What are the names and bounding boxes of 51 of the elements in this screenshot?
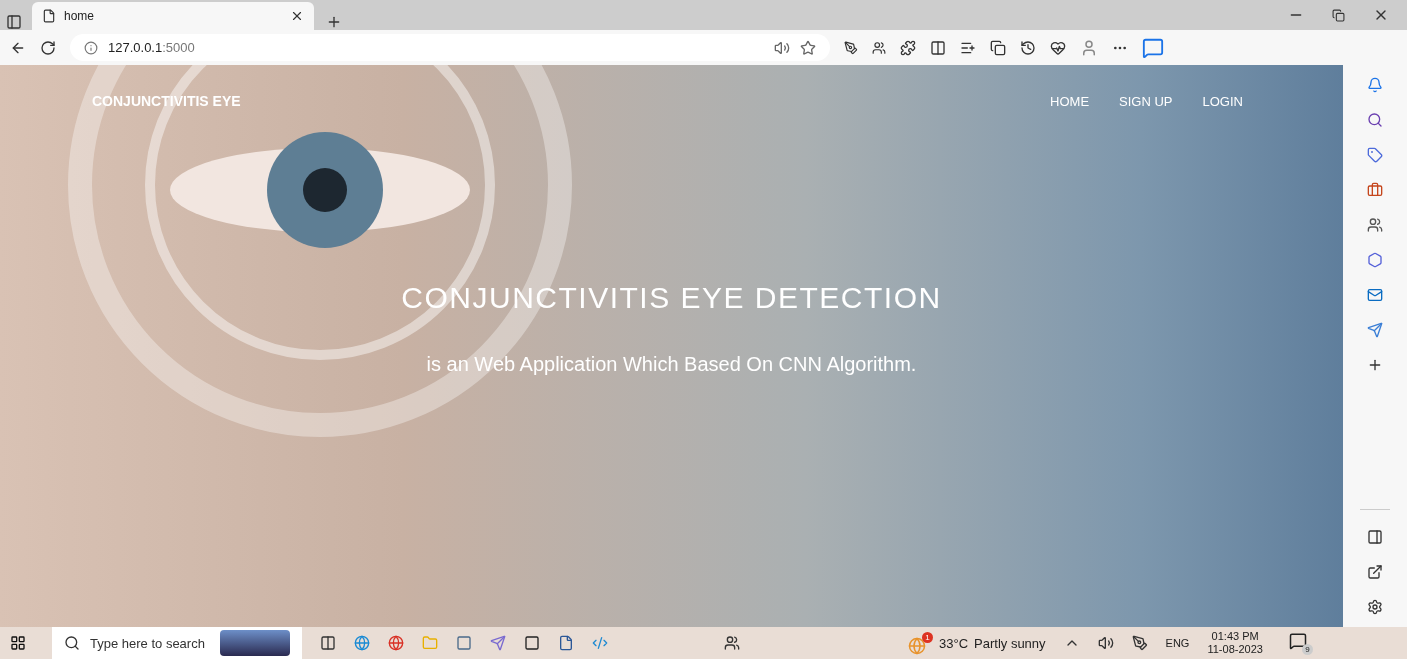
notification-count: 9	[1301, 643, 1313, 655]
weather-condition: Partly sunny	[974, 635, 1046, 651]
briefcase-icon[interactable]	[1367, 182, 1383, 198]
hexagon-icon[interactable]	[1367, 252, 1383, 268]
hero-title: CONJUNCTIVITIS EYE DETECTION	[401, 281, 942, 315]
collections-icon[interactable]	[990, 39, 1006, 56]
language-indicator[interactable]: ENG	[1165, 637, 1190, 649]
add-icon[interactable]	[1367, 357, 1383, 373]
sidebar-panel-icon[interactable]	[1367, 529, 1383, 545]
people-icon[interactable]	[724, 635, 740, 651]
speaker-icon[interactable]	[1097, 635, 1114, 651]
info-icon	[84, 40, 98, 55]
browser-tab[interactable]: home	[32, 2, 314, 30]
close-icon[interactable]	[290, 9, 304, 23]
tab-title: home	[64, 9, 96, 23]
hero-subtitle: is an Web Application Which Based On CNN Algorithm.	[426, 353, 917, 376]
puzzle-icon[interactable]	[900, 39, 916, 56]
windows-start-icon[interactable]	[10, 635, 26, 651]
weather-badge: 1	[922, 631, 933, 643]
send-icon[interactable]	[1367, 322, 1383, 338]
url-host: 127.0.0.1	[108, 40, 163, 55]
tag-icon[interactable]	[1367, 147, 1383, 163]
app-icon[interactable]	[524, 635, 540, 651]
restore-icon[interactable]	[1332, 7, 1345, 23]
page-icon	[42, 9, 56, 23]
chat-bubble-icon[interactable]	[1142, 36, 1164, 59]
star-icon[interactable]	[800, 39, 816, 56]
profile-icon[interactable]	[1080, 38, 1098, 57]
bell-icon[interactable]	[1367, 77, 1383, 93]
task-view-icon[interactable]	[320, 635, 336, 651]
refresh-icon[interactable]	[40, 39, 56, 56]
search-icon	[64, 635, 80, 651]
address-bar[interactable]: 127.0.0.1:5000	[70, 34, 830, 61]
url-port: :5000	[162, 40, 195, 55]
mail-icon[interactable]	[1367, 287, 1383, 303]
health-icon[interactable]	[1050, 39, 1066, 56]
temperature: 33°C	[939, 635, 969, 651]
app-icon[interactable]	[456, 635, 472, 651]
external-link-icon[interactable]	[1367, 564, 1383, 580]
pen-icon[interactable]	[1131, 635, 1148, 651]
taskbar-search-field[interactable]: Type here to search	[52, 627, 302, 659]
new-tab-icon[interactable]	[326, 14, 342, 30]
read-aloud-icon[interactable]	[774, 39, 790, 56]
split-screen-icon[interactable]	[930, 39, 946, 56]
settings-icon[interactable]	[1367, 599, 1383, 615]
search-icon[interactable]	[1367, 112, 1383, 128]
clock-time[interactable]: 01:43 PM	[1211, 630, 1259, 643]
code-editor-icon[interactable]	[592, 635, 608, 651]
clock-date[interactable]: 11-08-2023	[1207, 643, 1263, 656]
tab-actions-icon[interactable]	[6, 14, 22, 30]
history-icon[interactable]	[1020, 39, 1036, 56]
